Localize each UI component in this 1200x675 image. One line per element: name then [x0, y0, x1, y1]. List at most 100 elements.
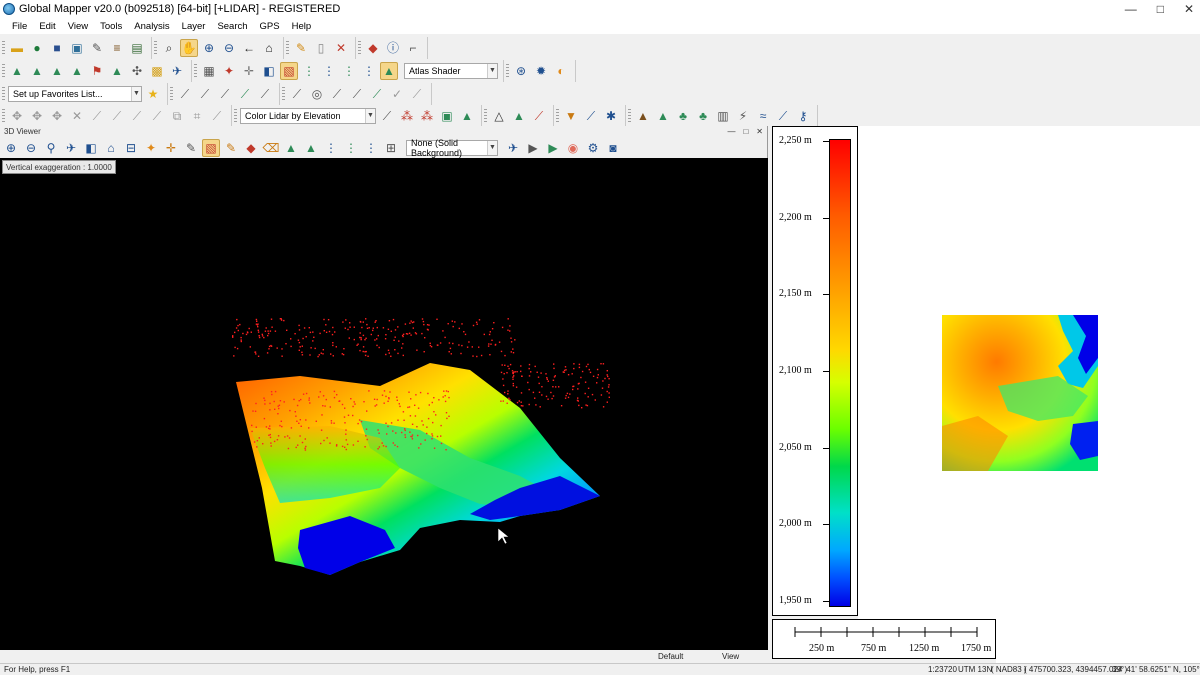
new-document-icon[interactable]: ▯	[312, 39, 330, 57]
favorites-select[interactable]: Set up Favorites List... ▼	[8, 85, 142, 102]
vegetation-icon[interactable]: ♣	[674, 107, 692, 125]
add-vertex-icon[interactable]: ✥	[28, 107, 46, 125]
menu-view[interactable]: View	[62, 21, 94, 32]
zoom-in-icon[interactable]: ⊕	[200, 39, 218, 57]
noise-icon[interactable]: ✱	[602, 107, 620, 125]
lidar-edit-icon[interactable]: ⁂	[418, 107, 436, 125]
back-arrow-icon[interactable]: ←	[240, 39, 258, 57]
key-icon[interactable]: ⚷	[794, 107, 812, 125]
grid-icon[interactable]: ⊞	[382, 139, 400, 157]
home-icon[interactable]: ⌂	[260, 39, 278, 57]
lidar-select-icon[interactable]: ✦	[220, 62, 238, 80]
tools-icon[interactable]: ✎	[182, 139, 200, 157]
ruler-icon[interactable]: ⟋	[208, 107, 226, 125]
minimize-button[interactable]: —	[1125, 2, 1137, 16]
zoom-out-icon[interactable]: ⊖	[22, 139, 40, 157]
delete-vertex-icon[interactable]: ✕	[68, 107, 86, 125]
terrain-green-icon[interactable]: ▲	[510, 107, 528, 125]
line-tool-icon[interactable]: ⟋	[88, 107, 106, 125]
lidar-class-icon[interactable]: ⋮	[362, 139, 380, 157]
menu-layer[interactable]: Layer	[176, 21, 212, 32]
cut-line-icon[interactable]: ⟋	[108, 107, 126, 125]
wrench-icon[interactable]: ✎	[88, 39, 106, 57]
draw-line-icon[interactable]: ⟋	[176, 85, 194, 103]
camera-icon[interactable]: ◙	[604, 139, 622, 157]
mountain-icon[interactable]: ▲	[634, 107, 652, 125]
hillshade-icon[interactable]: ▲	[380, 61, 398, 80]
delete-x-icon[interactable]: ✕	[332, 39, 350, 57]
watershed-icon[interactable]: ▲	[48, 62, 66, 80]
move-vertex-icon[interactable]: ✥	[8, 107, 26, 125]
feature-green-icon[interactable]: ⟋	[368, 85, 386, 103]
target-icon[interactable]: ◎	[308, 85, 326, 103]
online-data-icon[interactable]: ⊛	[512, 62, 530, 80]
feature-disabled-icon[interactable]: ⟋	[408, 85, 426, 103]
background-select[interactable]: None (Solid Background) ▼	[406, 138, 498, 158]
shader-select[interactable]: Atlas Shader ▼	[404, 62, 498, 79]
measure-ruler-icon[interactable]: ◆	[364, 39, 382, 57]
draw-feature-icon[interactable]: ⟋	[216, 85, 234, 103]
feature-move-icon[interactable]: ⟋	[348, 85, 366, 103]
reshape-icon[interactable]: ⟋	[148, 107, 166, 125]
feature-edit-icon[interactable]: ⟋	[288, 85, 306, 103]
powerline-icon[interactable]: ⚡	[734, 107, 752, 125]
lidar-filter-icon[interactable]: ⋮	[320, 62, 338, 80]
digitizer-icon[interactable]: ▦	[200, 62, 218, 80]
pencil-icon[interactable]: ✎	[292, 39, 310, 57]
3d-viewport[interactable]: Vertical exaggeration : 1.0000	[0, 158, 768, 650]
zoom-in-icon[interactable]: ⊕	[2, 139, 20, 157]
terrain-shade-icon[interactable]: ▲	[302, 139, 320, 157]
draw-pen-icon[interactable]: ⟋	[256, 85, 274, 103]
lidar-classify-icon[interactable]: ⁂	[398, 107, 416, 125]
lidar-height-icon[interactable]: ⋮	[342, 139, 360, 157]
filter-icon[interactable]: ▼	[562, 107, 580, 125]
pan-hand-icon[interactable]: ✋	[180, 38, 198, 57]
star-icon[interactable]: ★	[144, 85, 162, 103]
shader-toggle-icon[interactable]: ▧	[202, 138, 220, 157]
split-vertex-icon[interactable]: ✥	[48, 107, 66, 125]
close-button[interactable]: ✕	[1184, 2, 1194, 16]
menu-file[interactable]: File	[6, 21, 33, 32]
home-icon[interactable]: ⌂	[102, 139, 120, 157]
copy-feature-icon[interactable]: ⧉	[168, 107, 186, 125]
draw-area-icon[interactable]: ⟋	[196, 85, 214, 103]
image-icon[interactable]: ▩	[148, 62, 166, 80]
lidar-points-icon[interactable]: ⋮	[322, 139, 340, 157]
day-night-icon[interactable]: ◐	[552, 62, 570, 80]
path-profile-icon[interactable]: ⌐	[404, 39, 422, 57]
airplane-icon[interactable]: ✈	[168, 62, 186, 80]
save-icon[interactable]: ■	[48, 39, 66, 57]
overview-icon[interactable]: ▤	[128, 39, 146, 57]
eraser-icon[interactable]: ⌫	[262, 139, 280, 157]
viewer-minimize-button[interactable]: —	[727, 127, 735, 136]
viewer-maximize-button[interactable]: □	[743, 127, 748, 136]
play-icon[interactable]: ▶	[544, 139, 562, 157]
crop-icon[interactable]: ⌗	[188, 107, 206, 125]
viewer-close-button[interactable]: ✕	[756, 127, 763, 136]
road-icon[interactable]: ⟋	[774, 107, 792, 125]
settings-gear-icon[interactable]: ✹	[532, 62, 550, 80]
info-icon[interactable]: ⓘ	[384, 39, 402, 57]
stop-icon[interactable]: ◉	[564, 139, 582, 157]
water-icon[interactable]: ≈	[754, 107, 772, 125]
volume-icon[interactable]: ▲	[108, 62, 126, 80]
lidar-class-icon[interactable]: ⋮	[300, 62, 318, 80]
lidar-color-select[interactable]: Color Lidar by Elevation ▼	[240, 107, 376, 124]
map-view[interactable]	[858, 126, 1200, 620]
pencil-icon[interactable]: ✎	[222, 139, 240, 157]
record-icon[interactable]: ▶	[524, 139, 542, 157]
grid-icon[interactable]: ✣	[128, 62, 146, 80]
menu-tools[interactable]: Tools	[94, 21, 128, 32]
walk-icon[interactable]: ⚲	[42, 139, 60, 157]
airplane-icon[interactable]: ✈	[504, 139, 522, 157]
maximize-button[interactable]: □	[1157, 2, 1164, 16]
menu-analysis[interactable]: Analysis	[128, 21, 175, 32]
feature-line-icon[interactable]: ⟋	[328, 85, 346, 103]
terrain-icon[interactable]: ▲	[8, 62, 26, 80]
flag-icon[interactable]: ⚑	[88, 62, 106, 80]
tree-icon[interactable]: ♣	[694, 107, 712, 125]
cube-icon[interactable]: ◧	[82, 139, 100, 157]
triangle-icon[interactable]: △	[490, 107, 508, 125]
globe-icon[interactable]: ●	[28, 39, 46, 57]
lidar-box-icon[interactable]: ▣	[438, 107, 456, 125]
